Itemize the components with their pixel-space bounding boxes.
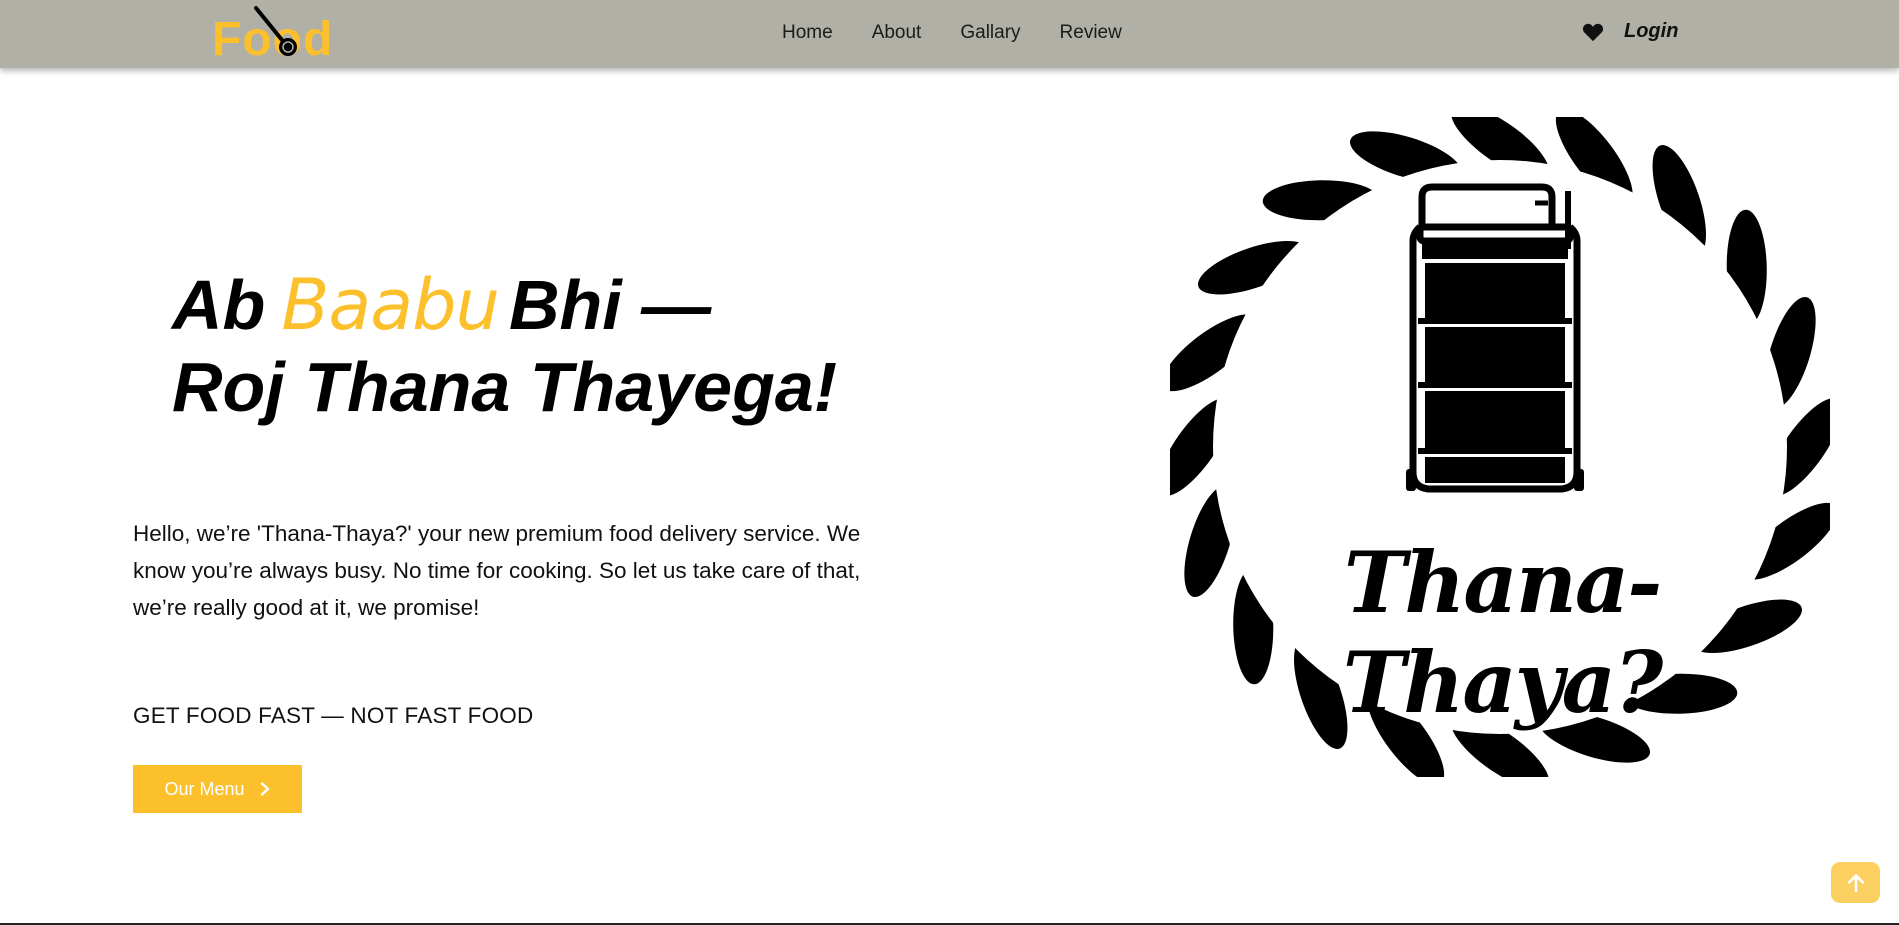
arrow-up-icon [1847, 873, 1864, 892]
login-link[interactable]: Login [1624, 20, 1678, 43]
headline-word-ab: Ab [172, 266, 266, 344]
nav-gallary[interactable]: Gallary [960, 21, 1020, 45]
top-navbar: Food Home About Gallary Review Login [0, 0, 1899, 68]
intro-text: Hello, we’re 'Thana-Thaya?' your new pre… [133, 521, 861, 620]
our-menu-button[interactable]: Our Menu [133, 765, 302, 813]
nav-home[interactable]: Home [782, 21, 833, 45]
heart-icon[interactable] [1582, 22, 1604, 42]
whisk-spoon-icon [254, 6, 297, 56]
nav-about[interactable]: About [872, 21, 922, 45]
our-menu-label: Our Menu [164, 778, 245, 799]
main-nav: Home About Gallary Review [782, 21, 1161, 45]
scroll-to-top-button[interactable] [1831, 862, 1880, 903]
brand-logo[interactable]: Food [212, 4, 332, 64]
headline-accent: Baabu [281, 264, 500, 346]
nav-actions: Login [1582, 20, 1678, 43]
nav-review[interactable]: Review [1060, 21, 1122, 45]
chevron-right-icon [260, 782, 269, 796]
headline-line-2: Roj Thana Thayega! [172, 348, 838, 426]
headline-word-bhi: Bhi — [508, 266, 712, 344]
headline-line-1: Ab Baabu Bhi — [172, 264, 837, 346]
emblem-title: Thana-Thaya? [1342, 533, 1663, 732]
hero-headline: Ab Baabu Bhi — Roj Thana Thayega! [172, 264, 837, 428]
tagline: GET FOOD FAST — NOT FAST FOOD [133, 703, 534, 728]
